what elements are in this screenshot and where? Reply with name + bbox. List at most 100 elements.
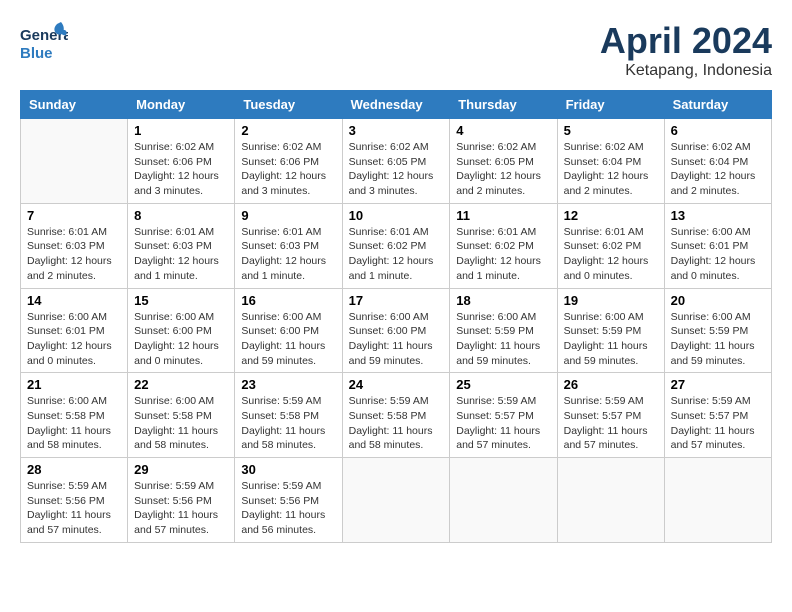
- calendar-day-cell: 24 Sunrise: 5:59 AMSunset: 5:58 PMDayligh…: [342, 373, 450, 458]
- day-info: Sunrise: 5:59 AMSunset: 5:57 PMDaylight:…: [671, 394, 765, 453]
- day-number: 1: [134, 123, 228, 138]
- calendar-day-cell: 28 Sunrise: 5:59 AMSunset: 5:56 PMDayligh…: [21, 458, 128, 543]
- day-info: Sunrise: 5:59 AMSunset: 5:56 PMDaylight:…: [134, 479, 228, 538]
- day-number: 11: [456, 208, 550, 223]
- day-info: Sunrise: 6:02 AMSunset: 6:06 PMDaylight:…: [241, 140, 335, 199]
- day-number: 9: [241, 208, 335, 223]
- calendar-day-cell: 8Sunrise: 6:01 AMSunset: 6:03 PMDaylight…: [128, 203, 235, 288]
- day-info: Sunrise: 6:00 AMSunset: 5:58 PMDaylight:…: [134, 394, 228, 453]
- day-info: Sunrise: 6:02 AMSunset: 6:04 PMDaylight:…: [564, 140, 658, 199]
- day-number: 21: [27, 377, 121, 392]
- day-number: 14: [27, 293, 121, 308]
- day-number: 23: [241, 377, 335, 392]
- page-header: General Blue April 2024 Ketapang, Indone…: [20, 20, 772, 80]
- calendar-day-cell: 12 Sunrise: 6:01 AMSunset: 6:02 PMDayligh…: [557, 203, 664, 288]
- logo: General Blue: [20, 20, 68, 64]
- calendar-day-cell: 20 Sunrise: 6:00 AMSunset: 5:59 PMDayligh…: [664, 288, 771, 373]
- calendar-day-cell: 21Sunrise: 6:00 AMSunset: 5:58 PMDayligh…: [21, 373, 128, 458]
- calendar-day-cell: [450, 458, 557, 543]
- calendar-body: 1 Sunrise: 6:02 AMSunset: 6:06 PMDaylight…: [21, 119, 772, 543]
- day-info: Sunrise: 6:00 AMSunset: 5:59 PMDaylight:…: [456, 310, 550, 369]
- day-number: 10: [349, 208, 444, 223]
- calendar-day-cell: 7 Sunrise: 6:01 AMSunset: 6:03 PMDaylight…: [21, 203, 128, 288]
- calendar-week-row: 1 Sunrise: 6:02 AMSunset: 6:06 PMDaylight…: [21, 119, 772, 204]
- day-info: Sunrise: 6:02 AMSunset: 6:04 PMDaylight:…: [671, 140, 765, 199]
- weekday-header-cell: Thursday: [450, 91, 557, 119]
- calendar-day-cell: 2 Sunrise: 6:02 AMSunset: 6:06 PMDaylight…: [235, 119, 342, 204]
- day-number: 2: [241, 123, 335, 138]
- month-title: April 2024: [600, 20, 772, 62]
- location: Ketapang, Indonesia: [600, 62, 772, 80]
- calendar-day-cell: 1 Sunrise: 6:02 AMSunset: 6:06 PMDaylight…: [128, 119, 235, 204]
- calendar-day-cell: 27 Sunrise: 5:59 AMSunset: 5:57 PMDayligh…: [664, 373, 771, 458]
- calendar-day-cell: 11 Sunrise: 6:01 AMSunset: 6:02 PMDayligh…: [450, 203, 557, 288]
- weekday-header-cell: Tuesday: [235, 91, 342, 119]
- calendar-day-cell: 3Sunrise: 6:02 AMSunset: 6:05 PMDaylight…: [342, 119, 450, 204]
- day-number: 3: [349, 123, 444, 138]
- calendar-day-cell: 5 Sunrise: 6:02 AMSunset: 6:04 PMDaylight…: [557, 119, 664, 204]
- day-number: 12: [564, 208, 658, 223]
- day-info: Sunrise: 5:59 AMSunset: 5:57 PMDaylight:…: [564, 394, 658, 453]
- day-info: Sunrise: 5:59 AMSunset: 5:56 PMDaylight:…: [241, 479, 335, 538]
- day-number: 29: [134, 462, 228, 477]
- day-number: 15: [134, 293, 228, 308]
- calendar-table: SundayMondayTuesdayWednesdayThursdayFrid…: [20, 90, 772, 543]
- day-number: 6: [671, 123, 765, 138]
- calendar-day-cell: [664, 458, 771, 543]
- calendar-day-cell: [21, 119, 128, 204]
- calendar-day-cell: 26 Sunrise: 5:59 AMSunset: 5:57 PMDayligh…: [557, 373, 664, 458]
- weekday-header-cell: Monday: [128, 91, 235, 119]
- calendar-day-cell: 4 Sunrise: 6:02 AMSunset: 6:05 PMDaylight…: [450, 119, 557, 204]
- calendar-day-cell: 16 Sunrise: 6:00 AMSunset: 6:00 PMDayligh…: [235, 288, 342, 373]
- day-number: 18: [456, 293, 550, 308]
- calendar-day-cell: 30 Sunrise: 5:59 AMSunset: 5:56 PMDayligh…: [235, 458, 342, 543]
- calendar-day-cell: [557, 458, 664, 543]
- day-info: Sunrise: 6:00 AMSunset: 5:59 PMDaylight:…: [671, 310, 765, 369]
- day-info: Sunrise: 6:01 AMSunset: 6:03 PMDaylight:…: [27, 225, 121, 284]
- day-info: Sunrise: 5:59 AMSunset: 5:57 PMDaylight:…: [456, 394, 550, 453]
- weekday-header-row: SundayMondayTuesdayWednesdayThursdayFrid…: [21, 91, 772, 119]
- calendar-week-row: 14Sunrise: 6:00 AMSunset: 6:01 PMDayligh…: [21, 288, 772, 373]
- day-number: 7: [27, 208, 121, 223]
- calendar-day-cell: 13Sunrise: 6:00 AMSunset: 6:01 PMDayligh…: [664, 203, 771, 288]
- day-info: Sunrise: 6:00 AMSunset: 6:01 PMDaylight:…: [671, 225, 765, 284]
- calendar-week-row: 28 Sunrise: 5:59 AMSunset: 5:56 PMDayligh…: [21, 458, 772, 543]
- calendar-day-cell: 14Sunrise: 6:00 AMSunset: 6:01 PMDayligh…: [21, 288, 128, 373]
- day-number: 26: [564, 377, 658, 392]
- day-number: 28: [27, 462, 121, 477]
- day-number: 16: [241, 293, 335, 308]
- day-number: 30: [241, 462, 335, 477]
- calendar-day-cell: 22 Sunrise: 6:00 AMSunset: 5:58 PMDayligh…: [128, 373, 235, 458]
- weekday-header-cell: Saturday: [664, 91, 771, 119]
- calendar-day-cell: 23 Sunrise: 5:59 AMSunset: 5:58 PMDayligh…: [235, 373, 342, 458]
- calendar-day-cell: 29 Sunrise: 5:59 AMSunset: 5:56 PMDayligh…: [128, 458, 235, 543]
- day-info: Sunrise: 6:02 AMSunset: 6:05 PMDaylight:…: [456, 140, 550, 199]
- calendar-week-row: 21 Sunrise: 6:00 AMSunset: 5:58 PMDayligh…: [21, 373, 772, 458]
- day-number: 27: [671, 377, 765, 392]
- day-info: Sunrise: 6:02 AMSunset: 6:06 PMDaylight:…: [134, 140, 228, 199]
- weekday-header-cell: Friday: [557, 91, 664, 119]
- day-info: Sunrise: 5:59 AMSunset: 5:56 PMDaylight:…: [27, 479, 121, 538]
- day-number: 4: [456, 123, 550, 138]
- day-info: Sunrise: 6:01 AMSunset: 6:03 PMDaylight:…: [241, 225, 335, 284]
- day-number: 8: [134, 208, 228, 223]
- day-info: Sunrise: 6:00 AMSunset: 5:59 PMDaylight:…: [564, 310, 658, 369]
- day-number: 20: [671, 293, 765, 308]
- weekday-header-cell: Sunday: [21, 91, 128, 119]
- title-block: April 2024 Ketapang, Indonesia: [600, 20, 772, 80]
- calendar-day-cell: 6 Sunrise: 6:02 AMSunset: 6:04 PMDaylight…: [664, 119, 771, 204]
- day-info: Sunrise: 6:00 AMSunset: 6:00 PMDaylight:…: [134, 310, 228, 369]
- day-info: Sunrise: 6:01 AMSunset: 6:02 PMDaylight:…: [564, 225, 658, 284]
- day-info: Sunrise: 5:59 AMSunset: 5:58 PMDaylight:…: [241, 394, 335, 453]
- day-info: Sunrise: 6:01 AMSunset: 6:02 PMDaylight:…: [456, 225, 550, 284]
- day-number: 5: [564, 123, 658, 138]
- svg-text:Blue: Blue: [20, 45, 53, 62]
- calendar-day-cell: 17Sunrise: 6:00 AMSunset: 6:00 PMDayligh…: [342, 288, 450, 373]
- day-number: 22: [134, 377, 228, 392]
- day-info: Sunrise: 5:59 AMSunset: 5:58 PMDaylight:…: [349, 394, 444, 453]
- day-number: 24: [349, 377, 444, 392]
- day-info: Sunrise: 6:00 AMSunset: 6:00 PMDaylight:…: [349, 310, 444, 369]
- day-number: 25: [456, 377, 550, 392]
- day-info: Sunrise: 6:00 AMSunset: 6:00 PMDaylight:…: [241, 310, 335, 369]
- calendar-day-cell: 9 Sunrise: 6:01 AMSunset: 6:03 PMDaylight…: [235, 203, 342, 288]
